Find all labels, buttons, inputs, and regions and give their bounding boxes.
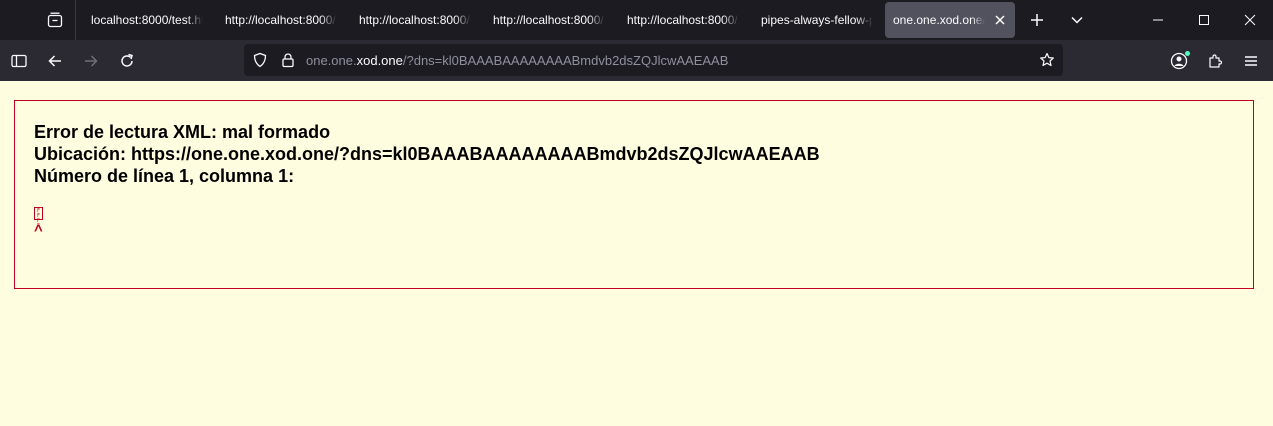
url-bar[interactable]: one.one.xod.one/?dns=kl0BAAABAAAAAAAABmd… (244, 44, 1063, 76)
maximize-button[interactable] (1181, 0, 1227, 40)
extensions-icon (1209, 53, 1223, 68)
tab-4[interactable]: http://localhost:8000/ (481, 0, 615, 40)
tab-5[interactable]: http://localhost:8000/ (615, 0, 749, 40)
tab-strip: localhost:8000/test.html http://localhos… (0, 0, 1273, 40)
tab-label: http://localhost:8000/ (627, 13, 738, 27)
error-line-column: Número de línea 1, columna 1: (34, 166, 295, 186)
chevron-down-icon (1071, 16, 1083, 24)
close-window-button[interactable] (1227, 0, 1273, 40)
account-button[interactable] (1161, 45, 1197, 77)
tab-overview-button[interactable] (35, 0, 75, 40)
page-content: Error de lectura XML: mal formado Ubicac… (0, 81, 1273, 426)
extensions-button[interactable] (1197, 45, 1233, 77)
tab-label: pipes-always-fellow-p (761, 13, 873, 27)
forward-arrow-icon (85, 54, 98, 67)
star-icon[interactable] (1039, 52, 1055, 68)
tab-active[interactable]: one.one.xod.one/?dns (885, 2, 1015, 38)
error-title: Error de lectura XML: mal formado (34, 122, 331, 142)
maximize-icon (1199, 15, 1209, 25)
tab-6[interactable]: pipes-always-fellow-p (749, 0, 883, 40)
tab-1[interactable]: localhost:8000/test.html (79, 0, 213, 40)
tab-separator (75, 0, 76, 40)
close-icon (995, 15, 1005, 25)
window-controls (1135, 0, 1273, 40)
sidebar-button[interactable] (1, 45, 37, 77)
tab-label: localhost:8000/test.html (91, 13, 203, 27)
url-path: /?dns=kl0BAAABAAAAAAAABmdvb2dsZQJlcwAAEA… (402, 52, 729, 68)
forward-button[interactable] (73, 45, 109, 77)
minimize-button[interactable] (1135, 0, 1181, 40)
tab-list: localhost:8000/test.html http://localhos… (79, 0, 1015, 40)
menu-button[interactable] (1233, 45, 1269, 77)
url-host: xod.one (356, 52, 403, 68)
tab-label: http://localhost:8000/ (493, 13, 604, 27)
error-location[interactable]: Ubicación: https://one.one.xod.one/?dns=… (34, 143, 1253, 165)
shield-icon[interactable] (252, 52, 268, 68)
tab-overview-icon (47, 12, 63, 28)
back-button[interactable] (37, 45, 73, 77)
error-message: Error de lectura XML: mal formado Ubicac… (34, 121, 1253, 187)
tab-label: http://localhost:8000/ (225, 13, 336, 27)
notification-dot (1185, 50, 1190, 56)
url-prefix: one.one. (306, 52, 357, 68)
toolbar-right (1161, 40, 1273, 81)
minimize-icon (1153, 19, 1163, 21)
new-tab-button[interactable] (1017, 0, 1057, 40)
list-all-tabs-button[interactable] (1057, 0, 1097, 40)
url-text[interactable]: one.one.xod.one/?dns=kl0BAAABAAAAAAAABmd… (306, 53, 728, 68)
tab-close-button[interactable] (993, 13, 1007, 27)
tab-2[interactable]: http://localhost:8000/ (213, 0, 347, 40)
reload-button[interactable] (109, 45, 145, 77)
tab-3[interactable]: http://localhost:8000/ (347, 0, 481, 40)
reload-icon (121, 53, 133, 67)
back-arrow-icon (48, 54, 61, 67)
tab-label: http://localhost:8000/ (359, 13, 470, 27)
plus-icon (1031, 14, 1043, 26)
tab-label: one.one.xod.one/?dns (893, 13, 985, 27)
xml-parse-error-box: Error de lectura XML: mal formado Ubicac… (14, 100, 1254, 289)
error-caret: ^ (34, 222, 43, 239)
lock-icon[interactable] (280, 52, 296, 68)
navigation-toolbar: one.one.xod.one/?dns=kl0BAAABAAAAAAAABmd… (0, 40, 1273, 81)
sidebar-icon (11, 54, 27, 67)
error-source-text: FFFF ^ (34, 205, 1253, 239)
hamburger-menu-icon (1245, 55, 1257, 66)
close-icon (1244, 14, 1256, 26)
invalid-character-glyph: FFFF (34, 207, 43, 229)
